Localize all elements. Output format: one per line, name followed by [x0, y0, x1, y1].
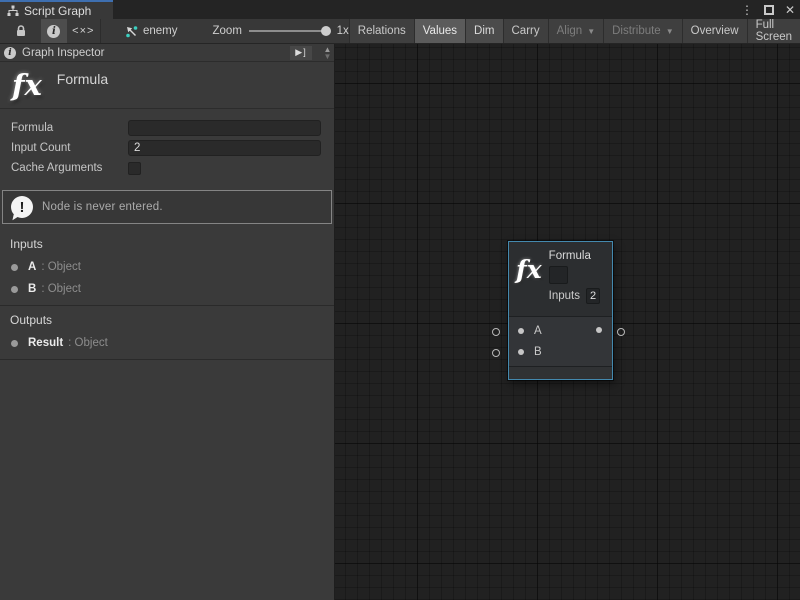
node-title: Formula [549, 250, 591, 262]
code-icon: <×> [72, 25, 94, 37]
tab-script-graph[interactable]: Script Graph [0, 0, 113, 19]
graph-breadcrumb[interactable]: enemy [125, 19, 178, 43]
list-item: A : Object [0, 256, 334, 278]
info-icon: i [47, 25, 60, 38]
toolbar-button-group: Relations Values Dim Carry Align ▼ Distr… [349, 19, 800, 43]
inputs-section-header: Inputs [0, 230, 334, 256]
node-fields: Formula Input Count Cache Arguments [0, 109, 334, 182]
node-title-section: fx Formula [0, 62, 334, 109]
formula-field-label: Formula [4, 122, 128, 134]
formula-input[interactable] [128, 120, 321, 136]
warning-text: Node is never entered. [42, 201, 163, 213]
formula-fx-icon: fx [12, 67, 42, 103]
chevron-down-icon: ▼ [666, 27, 674, 36]
node-input-count[interactable]: 2 [586, 288, 600, 304]
full-screen-button[interactable]: Full Screen [747, 19, 800, 43]
input-port-a[interactable] [518, 328, 524, 334]
inspector-toggle-button[interactable]: i [41, 19, 66, 43]
graph-inspector-header: i Graph Inspector ▶] ▲ ▼ [0, 44, 334, 62]
node-warning: ! Node is never entered. [2, 190, 332, 224]
outputs-section: Outputs Result : Object [0, 306, 334, 360]
zoom-slider[interactable] [249, 25, 330, 37]
page-title: Formula [57, 71, 108, 87]
graph-inspector-title: Graph Inspector [22, 47, 104, 59]
zoom-slider-track [249, 30, 330, 32]
info-icon: i [4, 47, 16, 59]
list-item: B : Object [0, 278, 334, 300]
port-dot-icon [11, 340, 18, 347]
cache-arguments-checkbox[interactable] [128, 162, 141, 175]
port-target-circle[interactable] [492, 349, 500, 357]
cache-arguments-field-label: Cache Arguments [4, 162, 128, 174]
port-dot-icon [11, 286, 18, 293]
formula-node[interactable]: fx Formula Inputs 2 A B [508, 241, 613, 380]
graph-hierarchy-icon [7, 5, 19, 17]
formula-field-row: Formula [4, 118, 321, 138]
inputs-section: Inputs A : Object B : Object [0, 230, 334, 306]
formula-node-header: fx Formula Inputs 2 [509, 242, 612, 317]
input-count-field-row: Input Count [4, 138, 321, 158]
breadcrumb-label: enemy [143, 25, 178, 37]
cache-arguments-field-row: Cache Arguments [4, 158, 321, 178]
overview-button[interactable]: Overview [682, 19, 747, 43]
tab-label: Script Graph [24, 4, 91, 18]
node-inputs-label: Inputs [549, 290, 580, 302]
window-close-icon[interactable]: ✕ [785, 3, 795, 17]
graph-canvas[interactable]: fx Formula Inputs 2 A B [335, 44, 800, 600]
output-port-result[interactable] [596, 327, 602, 333]
spinner-down-icon[interactable]: ▼ [324, 53, 332, 60]
formula-fx-icon: fx [516, 255, 542, 316]
lock-button[interactable] [0, 19, 41, 43]
panel-spinner[interactable]: ▲ ▼ [321, 44, 334, 62]
relations-button[interactable]: Relations [349, 19, 414, 43]
lock-icon [14, 24, 28, 38]
node-inputs-row: Inputs 2 [549, 288, 600, 304]
values-button[interactable]: Values [414, 19, 465, 43]
script-graph-icon [125, 25, 138, 38]
node-formula-input[interactable] [549, 266, 568, 284]
code-preview-button[interactable]: <×> [67, 19, 101, 43]
window-tab-bar: Script Graph ⋮ ✕ [0, 0, 800, 19]
port-target-circle[interactable] [617, 328, 625, 336]
graph-inspector-panel: i Graph Inspector ▶] ▲ ▼ fx Formula Form… [0, 44, 335, 600]
window-menu-icon[interactable]: ⋮ [741, 3, 753, 17]
distribute-button[interactable]: Distribute ▼ [603, 19, 682, 43]
list-item: Result : Object [0, 332, 334, 354]
formula-node-footer [509, 366, 612, 378]
input-port-b[interactable] [518, 349, 524, 355]
formula-node-header-fields: Formula Inputs 2 [549, 250, 600, 316]
dim-button[interactable]: Dim [465, 19, 502, 43]
zoom-value: 1x [337, 25, 349, 37]
port-dot-icon [11, 264, 18, 271]
input-count-field-label: Input Count [4, 142, 128, 154]
graph-toolbar: i <×> enemy Zoom 1x Relations Values Dim… [0, 19, 800, 44]
zoom-label: Zoom [213, 25, 242, 37]
port-row-b: B [509, 341, 612, 362]
formula-node-ports: A B [509, 317, 612, 366]
window-controls: ⋮ ✕ [741, 0, 795, 19]
port-target-circle[interactable] [492, 328, 500, 336]
warning-icon: ! [11, 196, 33, 218]
dock-panel-icon[interactable]: ▶] [290, 46, 312, 60]
input-count-input[interactable] [128, 140, 321, 156]
outputs-section-header: Outputs [0, 306, 334, 332]
carry-button[interactable]: Carry [503, 19, 548, 43]
window-maximize-icon[interactable] [764, 5, 774, 15]
chevron-down-icon: ▼ [587, 27, 595, 36]
align-button[interactable]: Align ▼ [548, 19, 604, 43]
zoom-slider-handle[interactable] [321, 26, 331, 36]
